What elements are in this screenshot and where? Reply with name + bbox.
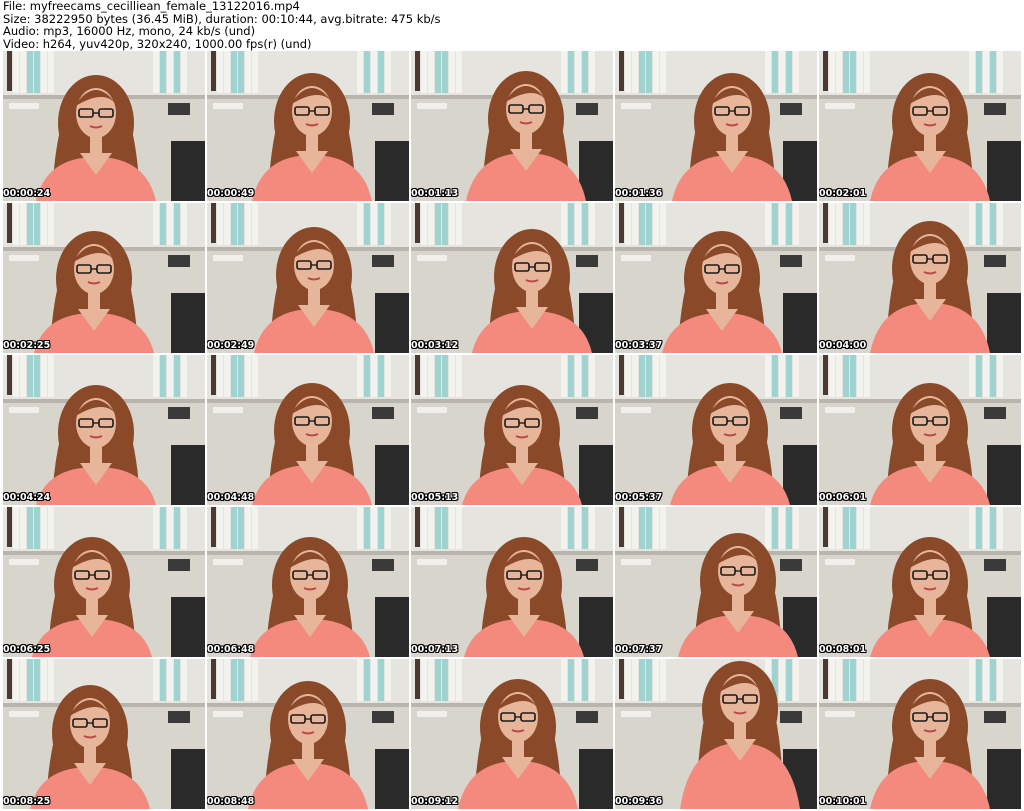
thumbnail-frame: 00:00:49 bbox=[207, 51, 409, 201]
thumbnail-frame: 00:06:48 bbox=[207, 507, 409, 657]
thumbnail-frame: 00:05:37 bbox=[615, 355, 817, 505]
thumbnail-grid: 00:00:24 00:00:49 00:01:13 00:01:36 00:02:01… bbox=[3, 51, 1022, 811]
thumbnail-frame: 00:07:13 bbox=[411, 507, 613, 657]
frame-timestamp: 00:04:48 bbox=[207, 492, 255, 503]
frame-image bbox=[411, 51, 613, 201]
frame-image bbox=[615, 355, 817, 505]
frame-timestamp: 00:07:37 bbox=[615, 644, 663, 655]
frame-image bbox=[411, 659, 613, 809]
frame-timestamp: 00:01:13 bbox=[411, 188, 459, 199]
frame-image bbox=[819, 203, 1021, 353]
thumbnail-frame: 00:02:01 bbox=[819, 51, 1021, 201]
frame-timestamp: 00:04:24 bbox=[3, 492, 51, 503]
frame-timestamp: 00:03:37 bbox=[615, 340, 663, 351]
frame-timestamp: 00:08:25 bbox=[3, 796, 51, 807]
frame-image bbox=[615, 507, 817, 657]
thumbnail-frame: 00:04:00 bbox=[819, 203, 1021, 353]
frame-timestamp: 00:05:37 bbox=[615, 492, 663, 503]
thumbnail-frame: 00:00:24 bbox=[3, 51, 205, 201]
frame-image bbox=[615, 203, 817, 353]
video-info-header: File: myfreecams_cecilliean_female_13122… bbox=[3, 0, 1021, 50]
thumbnail-frame: 00:09:36 bbox=[615, 659, 817, 809]
frame-timestamp: 00:03:12 bbox=[411, 340, 459, 351]
frame-timestamp: 00:02:49 bbox=[207, 340, 255, 351]
thumbnail-frame: 00:01:13 bbox=[411, 51, 613, 201]
thumbnail-frame: 00:06:25 bbox=[3, 507, 205, 657]
frame-image bbox=[615, 51, 817, 201]
frame-timestamp: 00:09:36 bbox=[615, 796, 663, 807]
frame-timestamp: 00:00:24 bbox=[3, 188, 51, 199]
frame-image bbox=[207, 659, 409, 809]
frame-image bbox=[819, 355, 1021, 505]
frame-image bbox=[3, 507, 205, 657]
frame-image bbox=[207, 203, 409, 353]
frame-image bbox=[819, 659, 1021, 809]
frame-timestamp: 00:10:01 bbox=[819, 796, 867, 807]
frame-image bbox=[819, 507, 1021, 657]
frame-timestamp: 00:02:25 bbox=[3, 340, 51, 351]
frame-timestamp: 00:04:00 bbox=[819, 340, 867, 351]
frame-image bbox=[3, 203, 205, 353]
frame-timestamp: 00:00:49 bbox=[207, 188, 255, 199]
frame-image bbox=[3, 51, 205, 201]
frame-timestamp: 00:09:12 bbox=[411, 796, 459, 807]
frame-image bbox=[411, 507, 613, 657]
thumbnail-frame: 00:05:13 bbox=[411, 355, 613, 505]
thumbnail-frame: 00:04:48 bbox=[207, 355, 409, 505]
frame-image bbox=[3, 659, 205, 809]
thumbnail-frame: 00:01:36 bbox=[615, 51, 817, 201]
frame-image bbox=[615, 659, 817, 809]
file-name-line: File: myfreecams_cecilliean_female_13122… bbox=[3, 0, 300, 13]
thumbnail-frame: 00:06:01 bbox=[819, 355, 1021, 505]
frame-image bbox=[411, 203, 613, 353]
thumbnail-frame: 00:03:12 bbox=[411, 203, 613, 353]
frame-image bbox=[207, 507, 409, 657]
thumbnail-frame: 00:08:01 bbox=[819, 507, 1021, 657]
frame-timestamp: 00:06:48 bbox=[207, 644, 255, 655]
thumbnail-frame: 00:08:48 bbox=[207, 659, 409, 809]
frame-timestamp: 00:05:13 bbox=[411, 492, 459, 503]
thumbnail-frame: 00:02:25 bbox=[3, 203, 205, 353]
video-info-line: Video: h264, yuv420p, 320x240, 1000.00 f… bbox=[3, 36, 312, 51]
thumbnail-frame: 00:03:37 bbox=[615, 203, 817, 353]
thumbnail-frame: 00:10:01 bbox=[819, 659, 1021, 809]
frame-timestamp: 00:07:13 bbox=[411, 644, 459, 655]
frame-image bbox=[411, 355, 613, 505]
frame-timestamp: 00:06:25 bbox=[3, 644, 51, 655]
frame-image bbox=[207, 51, 409, 201]
frame-timestamp: 00:01:36 bbox=[615, 188, 663, 199]
frame-timestamp: 00:06:01 bbox=[819, 492, 867, 503]
thumbnail-frame: 00:04:24 bbox=[3, 355, 205, 505]
frame-image bbox=[3, 355, 205, 505]
audio-info-line: Audio: mp3, 16000 Hz, mono, 24 kb/s (und… bbox=[3, 24, 256, 38]
frame-timestamp: 00:02:01 bbox=[819, 188, 867, 199]
frame-image bbox=[207, 355, 409, 505]
frame-timestamp: 00:08:01 bbox=[819, 644, 867, 655]
thumbnail-frame: 00:08:25 bbox=[3, 659, 205, 809]
frame-image bbox=[819, 51, 1021, 201]
thumbnail-frame: 00:07:37 bbox=[615, 507, 817, 657]
frame-timestamp: 00:08:48 bbox=[207, 796, 255, 807]
thumbnail-frame: 00:02:49 bbox=[207, 203, 409, 353]
thumbnail-frame: 00:09:12 bbox=[411, 659, 613, 809]
